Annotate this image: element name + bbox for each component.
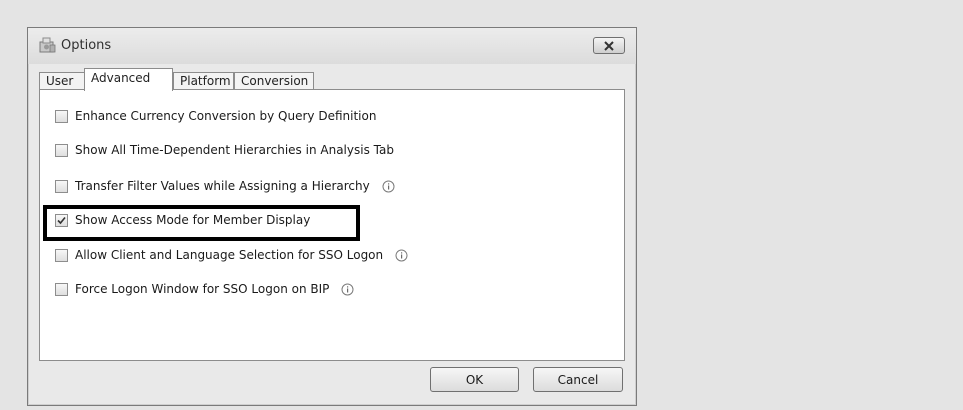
option-label: Transfer Filter Values while Assigning a… <box>75 179 370 193</box>
close-icon <box>604 40 614 51</box>
checkbox[interactable] <box>55 109 68 123</box>
info-icon[interactable] <box>382 180 395 193</box>
option-force-logon-window[interactable]: Force Logon Window for SSO Logon on BIP <box>55 281 354 297</box>
cancel-button[interactable]: Cancel <box>533 367 623 392</box>
tab-conversion[interactable]: Conversion <box>234 72 314 90</box>
close-button[interactable] <box>593 37 625 54</box>
highlight-box <box>43 205 360 241</box>
options-window-icon <box>37 36 57 54</box>
tab-platform[interactable]: Platform <box>173 72 234 90</box>
option-show-time-dependent-hierarchies[interactable]: Show All Time-Dependent Hierarchies in A… <box>55 142 394 158</box>
window-title: Options <box>61 38 112 53</box>
option-transfer-filter-values[interactable]: Transfer Filter Values while Assigning a… <box>55 178 395 194</box>
option-allow-client-language-selection[interactable]: Allow Client and Language Selection for … <box>55 247 408 263</box>
checkbox[interactable] <box>55 143 68 157</box>
option-label: Allow Client and Language Selection for … <box>75 248 384 262</box>
checkbox[interactable] <box>55 282 68 296</box>
option-show-access-mode[interactable]: Show Access Mode for Member Display <box>43 205 360 241</box>
info-icon[interactable] <box>341 283 354 296</box>
option-label: Enhance Currency Conversion by Query Def… <box>75 109 377 123</box>
ok-button[interactable]: OK <box>430 367 519 392</box>
option-enhance-currency-conversion[interactable]: Enhance Currency Conversion by Query Def… <box>55 108 376 124</box>
options-dialog: Options User Advanced Platform Conversio… <box>27 27 637 406</box>
screenshot-background: Options User Advanced Platform Conversio… <box>0 0 963 410</box>
option-label: Force Logon Window for SSO Logon on BIP <box>75 282 330 296</box>
title-bar[interactable]: Options <box>28 28 636 64</box>
info-icon[interactable] <box>395 249 408 262</box>
checkbox[interactable] <box>55 248 68 262</box>
option-label: Show All Time-Dependent Hierarchies in A… <box>75 143 394 157</box>
tab-user[interactable]: User <box>39 72 85 90</box>
advanced-tab-panel: Enhance Currency Conversion by Query Def… <box>39 89 625 361</box>
tab-advanced[interactable]: Advanced <box>84 68 173 91</box>
checkbox[interactable] <box>55 179 68 193</box>
